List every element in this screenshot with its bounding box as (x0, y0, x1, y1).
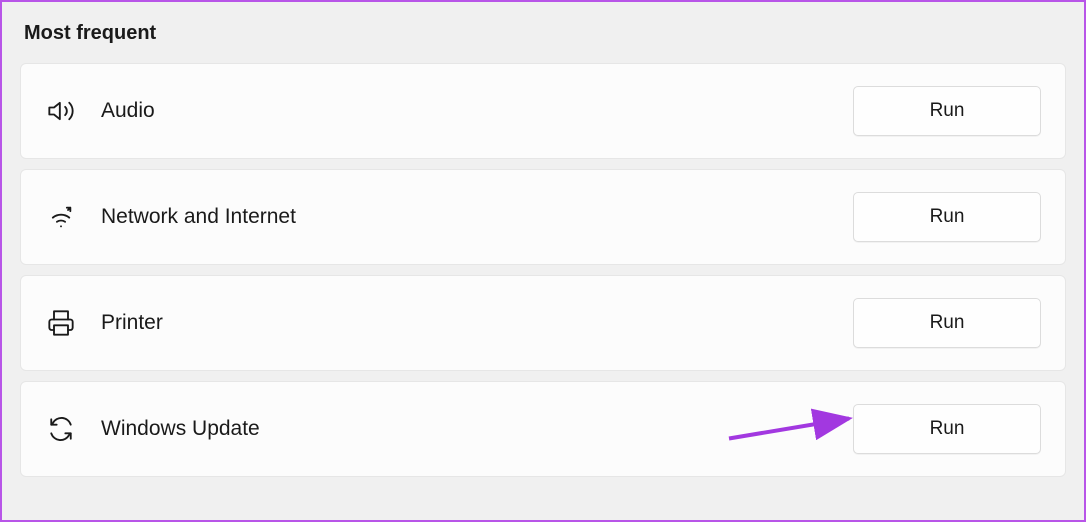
run-button-windows-update[interactable]: Run (853, 404, 1041, 454)
refresh-icon (45, 413, 77, 445)
wifi-icon (45, 201, 77, 233)
volume-icon (45, 95, 77, 127)
troubleshooter-label: Network and Internet (101, 205, 853, 229)
troubleshooter-row-printer: Printer Run (20, 275, 1066, 371)
run-button-audio[interactable]: Run (853, 86, 1041, 136)
troubleshoot-panel: Most frequent Audio Run Network and Inte… (0, 0, 1086, 522)
troubleshooter-label: Windows Update (101, 417, 853, 441)
section-title: Most frequent (20, 22, 1066, 45)
troubleshooter-row-network: Network and Internet Run (20, 169, 1066, 265)
troubleshooter-row-windows-update: Windows Update Run (20, 381, 1066, 477)
printer-icon (45, 307, 77, 339)
run-button-network[interactable]: Run (853, 192, 1041, 242)
troubleshooter-label: Audio (101, 99, 853, 123)
run-button-printer[interactable]: Run (853, 298, 1041, 348)
troubleshooter-row-audio: Audio Run (20, 63, 1066, 159)
troubleshooter-label: Printer (101, 311, 853, 335)
